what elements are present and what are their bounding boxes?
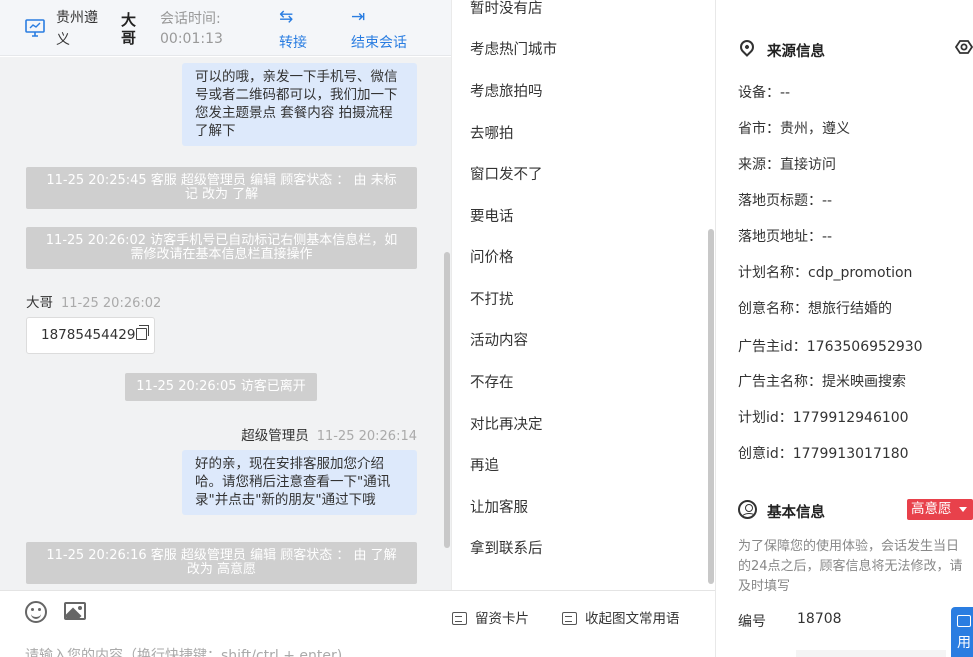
logout-icon: ⇥	[351, 7, 366, 27]
emoji-icon[interactable]	[25, 601, 47, 623]
visitor-sender-name: 大哥	[26, 295, 53, 311]
view-icon[interactable]	[954, 38, 973, 56]
floating-action-label: 用	[957, 635, 971, 651]
transfer-label: 转接	[279, 35, 307, 51]
id-value: 18708	[797, 611, 842, 627]
chat-header: 贵州遵义 大哥 会话时间: 00:01:13 ⇆ 转接 ⇥ 结束会话	[0, 0, 451, 56]
phrase-item[interactable]: 活动内容	[470, 329, 528, 350]
lead-card-label: 留资卡片	[475, 611, 529, 627]
floating-action-button[interactable]: 用	[951, 607, 973, 657]
phrase-item[interactable]: 让加客服	[470, 496, 528, 517]
visitor-phone: 18785454429	[41, 327, 136, 343]
system-message: 11-25 20:26:05 访客已离开	[125, 373, 317, 401]
chat-scrollbar[interactable]	[444, 252, 450, 548]
user-icon	[738, 500, 757, 519]
chat-icon	[957, 615, 971, 627]
plan-id: 计划id：1779912946100	[738, 410, 909, 426]
collapse-phrases-label: 收起图文常用语	[585, 611, 680, 627]
creative-name: 创意名称：想旅行结婚的	[738, 301, 892, 317]
edit-notice: 为了保障您的使用体验，会话发生当日的24点之后，顾客信息将无法修改，请及时填写	[738, 539, 963, 594]
system-message: 11-25 20:25:45 客服 超级管理员 编辑 顾客状态 ： 由 未标记 …	[26, 167, 417, 209]
visitor-name: 大哥	[121, 11, 137, 47]
system-message: 11-25 20:26:16 客服 超级管理员 编辑 顾客状态 ： 由 了解 改…	[26, 542, 417, 584]
source-province-city: 省市：贵州，遵义	[738, 121, 850, 137]
phrase-item[interactable]: 窗口发不了	[470, 163, 543, 184]
phrase-item[interactable]: 问价格	[470, 246, 514, 267]
location-pin-icon	[737, 37, 757, 57]
intent-dropdown[interactable]: 高意愿	[907, 499, 973, 520]
session-time: 00:01:13	[160, 31, 223, 47]
phrase-item[interactable]: 再追	[470, 454, 499, 475]
phrase-item[interactable]: 对比再决定	[470, 413, 543, 434]
message-list[interactable]: 可以的哦，亲发一下手机号、微信号或者二维码都可以，我们加一下您发主题景点 套餐内…	[0, 57, 451, 590]
caret-down-icon	[959, 507, 967, 512]
monitor-icon	[25, 19, 45, 37]
message-icon	[562, 612, 577, 625]
advertiser-id: 广告主id：1763506952930	[738, 339, 923, 355]
transfer-button[interactable]: ⇆ 转接	[279, 6, 307, 52]
quick-phrases-panel: 暂时没有店 考虑热门城市 考虑旅拍吗 去哪拍 窗口发不了 要电话 问价格 不打扰…	[451, 0, 715, 590]
agent-timestamp: 11-25 20:26:14	[316, 429, 417, 444]
card-icon	[452, 612, 467, 625]
source-info-title: 来源信息	[767, 44, 825, 60]
copy-icon[interactable]	[136, 325, 150, 340]
agent-meta: 超级管理员 11-25 20:26:14	[241, 424, 417, 444]
phrase-item[interactable]: 暂时没有店	[470, 0, 543, 18]
chat-panel: 贵州遵义 大哥 会话时间: 00:01:13 ⇆ 转接 ⇥ 结束会话 可以的哦，…	[0, 0, 451, 657]
phrase-item[interactable]: 要电话	[470, 205, 514, 226]
collapse-phrases-button[interactable]: 收起图文常用语	[562, 607, 680, 627]
end-session-button[interactable]: ⇥ 结束会话	[351, 6, 407, 52]
plan-name: 计划名称：cdp_promotion	[738, 265, 913, 281]
field-input[interactable]	[796, 650, 946, 657]
phrase-item[interactable]: 去哪拍	[470, 122, 514, 143]
creative-id: 创意id：1779913017180	[738, 446, 909, 462]
phrase-item[interactable]: 考虑热门城市	[470, 38, 557, 59]
lead-card-button[interactable]: 留资卡片	[452, 607, 529, 627]
image-icon[interactable]	[64, 602, 86, 620]
landing-page-url: 落地页地址：--	[738, 229, 833, 245]
advertiser-name: 广告主名称：提米映画搜索	[738, 374, 906, 390]
visitor-location: 贵州遵义	[56, 10, 98, 48]
phrase-item[interactable]: 不打扰	[470, 288, 514, 309]
phrases-scrollbar[interactable]	[708, 229, 714, 584]
source-channel: 来源：直接访问	[738, 157, 836, 173]
input-area: 留资卡片 收起图文常用语 请输入您的内容（换行快捷键：shift/ctrl + …	[0, 590, 715, 657]
visitor-phone-card[interactable]: 18785454429	[26, 317, 155, 354]
source-device: 设备：--	[738, 85, 791, 101]
end-session-label: 结束会话	[351, 35, 407, 51]
phrase-item[interactable]: 拿到联系后	[470, 537, 543, 558]
message-input[interactable]: 请输入您的内容（换行快捷键：shift/ctrl + enter)	[25, 645, 342, 657]
transfer-icon: ⇆	[279, 7, 294, 27]
visitor-meta: 大哥 11-25 20:26:02	[26, 291, 161, 311]
agent-message: 可以的哦，亲发一下手机号、微信号或者二维码都可以，我们加一下您发主题景点 套餐内…	[182, 63, 417, 146]
intent-value: 高意愿	[911, 501, 952, 517]
agent-message: 好的亲，现在安排客服加您介绍哈。请您稍后注意查看一下"通讯录"并点击"新的朋友"…	[182, 450, 417, 515]
basic-info-title: 基本信息	[767, 505, 825, 521]
visitor-info-panel: 来源信息 设备：-- 省市：贵州，遵义 来源：直接访问 落地页标题：-- 落地页…	[715, 0, 973, 657]
id-label: 编号	[738, 614, 766, 630]
landing-page-title: 落地页标题：--	[738, 193, 833, 209]
system-message: 11-25 20:26:02 访客手机号已自动标记右侧基本信息栏，如需修改请在基…	[26, 227, 417, 269]
visitor-timestamp: 11-25 20:26:02	[61, 296, 162, 311]
agent-sender-name: 超级管理员	[241, 428, 309, 444]
phrase-item[interactable]: 不存在	[470, 371, 514, 392]
session-time-label: 会话时间:	[160, 11, 221, 27]
phrase-item[interactable]: 考虑旅拍吗	[470, 80, 543, 101]
